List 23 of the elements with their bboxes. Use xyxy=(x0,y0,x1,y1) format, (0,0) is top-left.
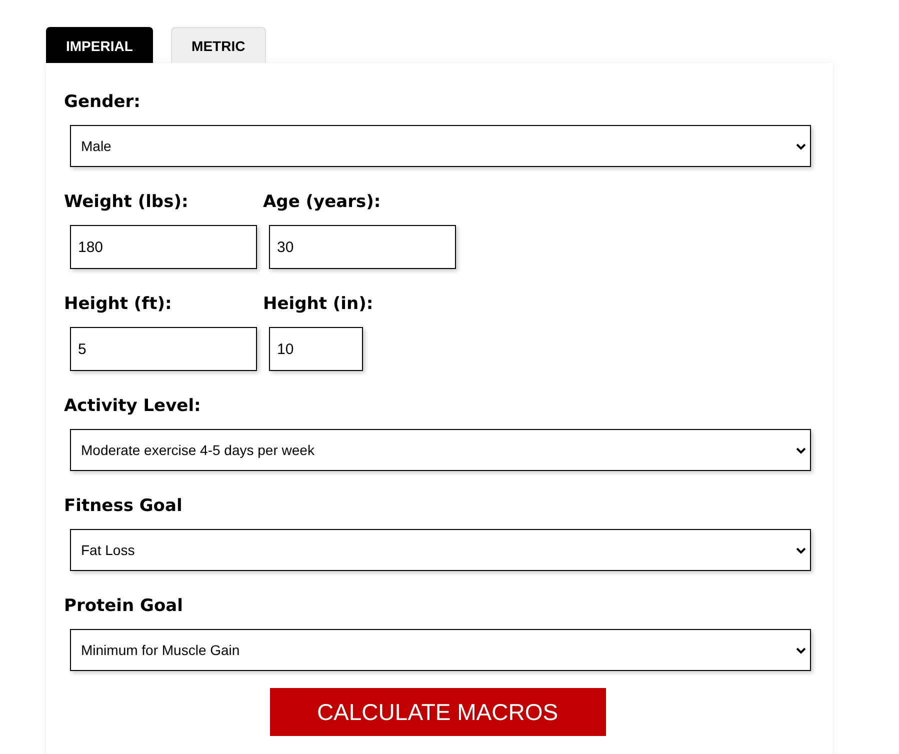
field-label: Protein Goal xyxy=(64,595,184,617)
field-label: Gender: xyxy=(64,91,142,113)
chevron-down-icon xyxy=(796,446,806,454)
field-label: Height (ft): xyxy=(64,293,173,315)
chevron-down-icon xyxy=(796,546,806,554)
dropdown[interactable]: Moderate exercise 4-5 days per week xyxy=(70,429,811,471)
input-field[interactable]: 180 xyxy=(70,225,257,269)
field-label: Fitness Goal xyxy=(64,495,184,517)
dropdown[interactable]: Male xyxy=(70,125,811,167)
calculate-button[interactable]: CALCULATE MACROS xyxy=(270,688,606,736)
input-field[interactable]: 10 xyxy=(269,327,363,371)
dropdown[interactable]: Minimum for Muscle Gain xyxy=(70,629,811,671)
input-field[interactable]: 30 xyxy=(269,225,456,269)
dropdown[interactable]: Fat Loss xyxy=(70,529,811,571)
unit-tab[interactable]: IMPERIAL xyxy=(46,27,153,63)
chevron-down-icon xyxy=(796,646,806,654)
field-label: Age (years): xyxy=(263,191,382,213)
chevron-down-icon xyxy=(796,142,806,150)
field-label: Weight (lbs): xyxy=(64,191,190,213)
unit-tab[interactable]: METRIC xyxy=(170,27,266,63)
input-field[interactable]: 5 xyxy=(70,327,257,371)
field-label: Activity Level: xyxy=(64,395,202,417)
field-label: Height (in): xyxy=(263,293,374,315)
